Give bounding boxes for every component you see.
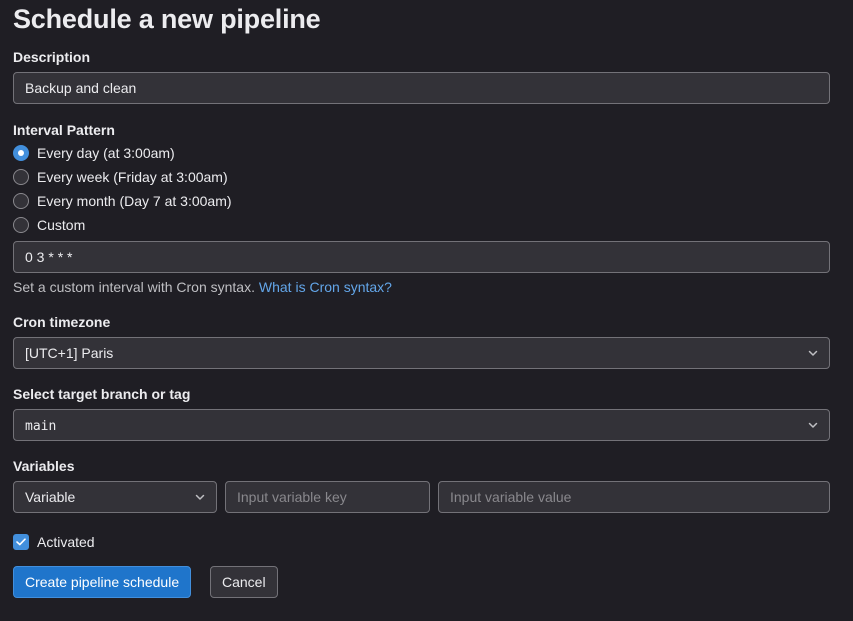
cron-timezone-dropdown[interactable]: [UTC+1] Paris <box>13 337 830 369</box>
variable-type-dropdown[interactable]: Variable <box>13 481 217 513</box>
activated-checkbox-row[interactable]: Activated <box>13 532 95 552</box>
radio-daily[interactable] <box>13 145 29 161</box>
target-branch-label: Select target branch or tag <box>13 386 191 402</box>
radio-custom[interactable] <box>13 217 29 233</box>
radio-monthly[interactable] <box>13 193 29 209</box>
radio-weekly-label: Every week (Friday at 3:00am) <box>37 169 228 185</box>
radio-daily-label: Every day (at 3:00am) <box>37 145 175 161</box>
description-input[interactable] <box>13 72 830 104</box>
variables-label: Variables <box>13 458 75 474</box>
radio-custom-label: Custom <box>37 217 86 233</box>
interval-option-monthly[interactable]: Every month (Day 7 at 3:00am) <box>13 191 232 211</box>
interval-pattern-label: Interval Pattern <box>13 122 115 138</box>
chevron-down-icon <box>808 422 818 428</box>
cancel-button[interactable]: Cancel <box>210 566 278 598</box>
cron-help-text: Set a custom interval with Cron syntax. … <box>13 278 392 296</box>
cron-timezone-label: Cron timezone <box>13 314 111 330</box>
variable-key-input[interactable] <box>225 481 430 513</box>
variable-type-selected: Variable <box>25 489 76 505</box>
interval-option-weekly[interactable]: Every week (Friday at 3:00am) <box>13 167 228 187</box>
variable-value-input[interactable] <box>438 481 830 513</box>
activated-label: Activated <box>37 534 95 550</box>
target-branch-dropdown[interactable]: main <box>13 409 830 441</box>
cron-pattern-input[interactable] <box>13 241 830 273</box>
interval-option-daily[interactable]: Every day (at 3:00am) <box>13 143 175 163</box>
interval-option-custom[interactable]: Custom <box>13 215 85 235</box>
checkmark-icon <box>16 538 26 546</box>
chevron-down-icon <box>808 350 818 356</box>
target-branch-selected: main <box>25 419 57 434</box>
activated-checkbox[interactable] <box>13 534 29 550</box>
description-label: Description <box>13 49 91 65</box>
cron-timezone-selected: [UTC+1] Paris <box>25 345 114 361</box>
cron-help-description: Set a custom interval with Cron syntax. <box>13 279 255 295</box>
chevron-down-icon <box>195 494 205 500</box>
radio-weekly[interactable] <box>13 169 29 185</box>
page-title: Schedule a new pipeline <box>13 4 321 34</box>
radio-monthly-label: Every month (Day 7 at 3:00am) <box>37 193 232 209</box>
create-pipeline-schedule-button[interactable]: Create pipeline schedule <box>13 566 192 598</box>
cron-syntax-link[interactable]: What is Cron syntax? <box>259 279 392 295</box>
